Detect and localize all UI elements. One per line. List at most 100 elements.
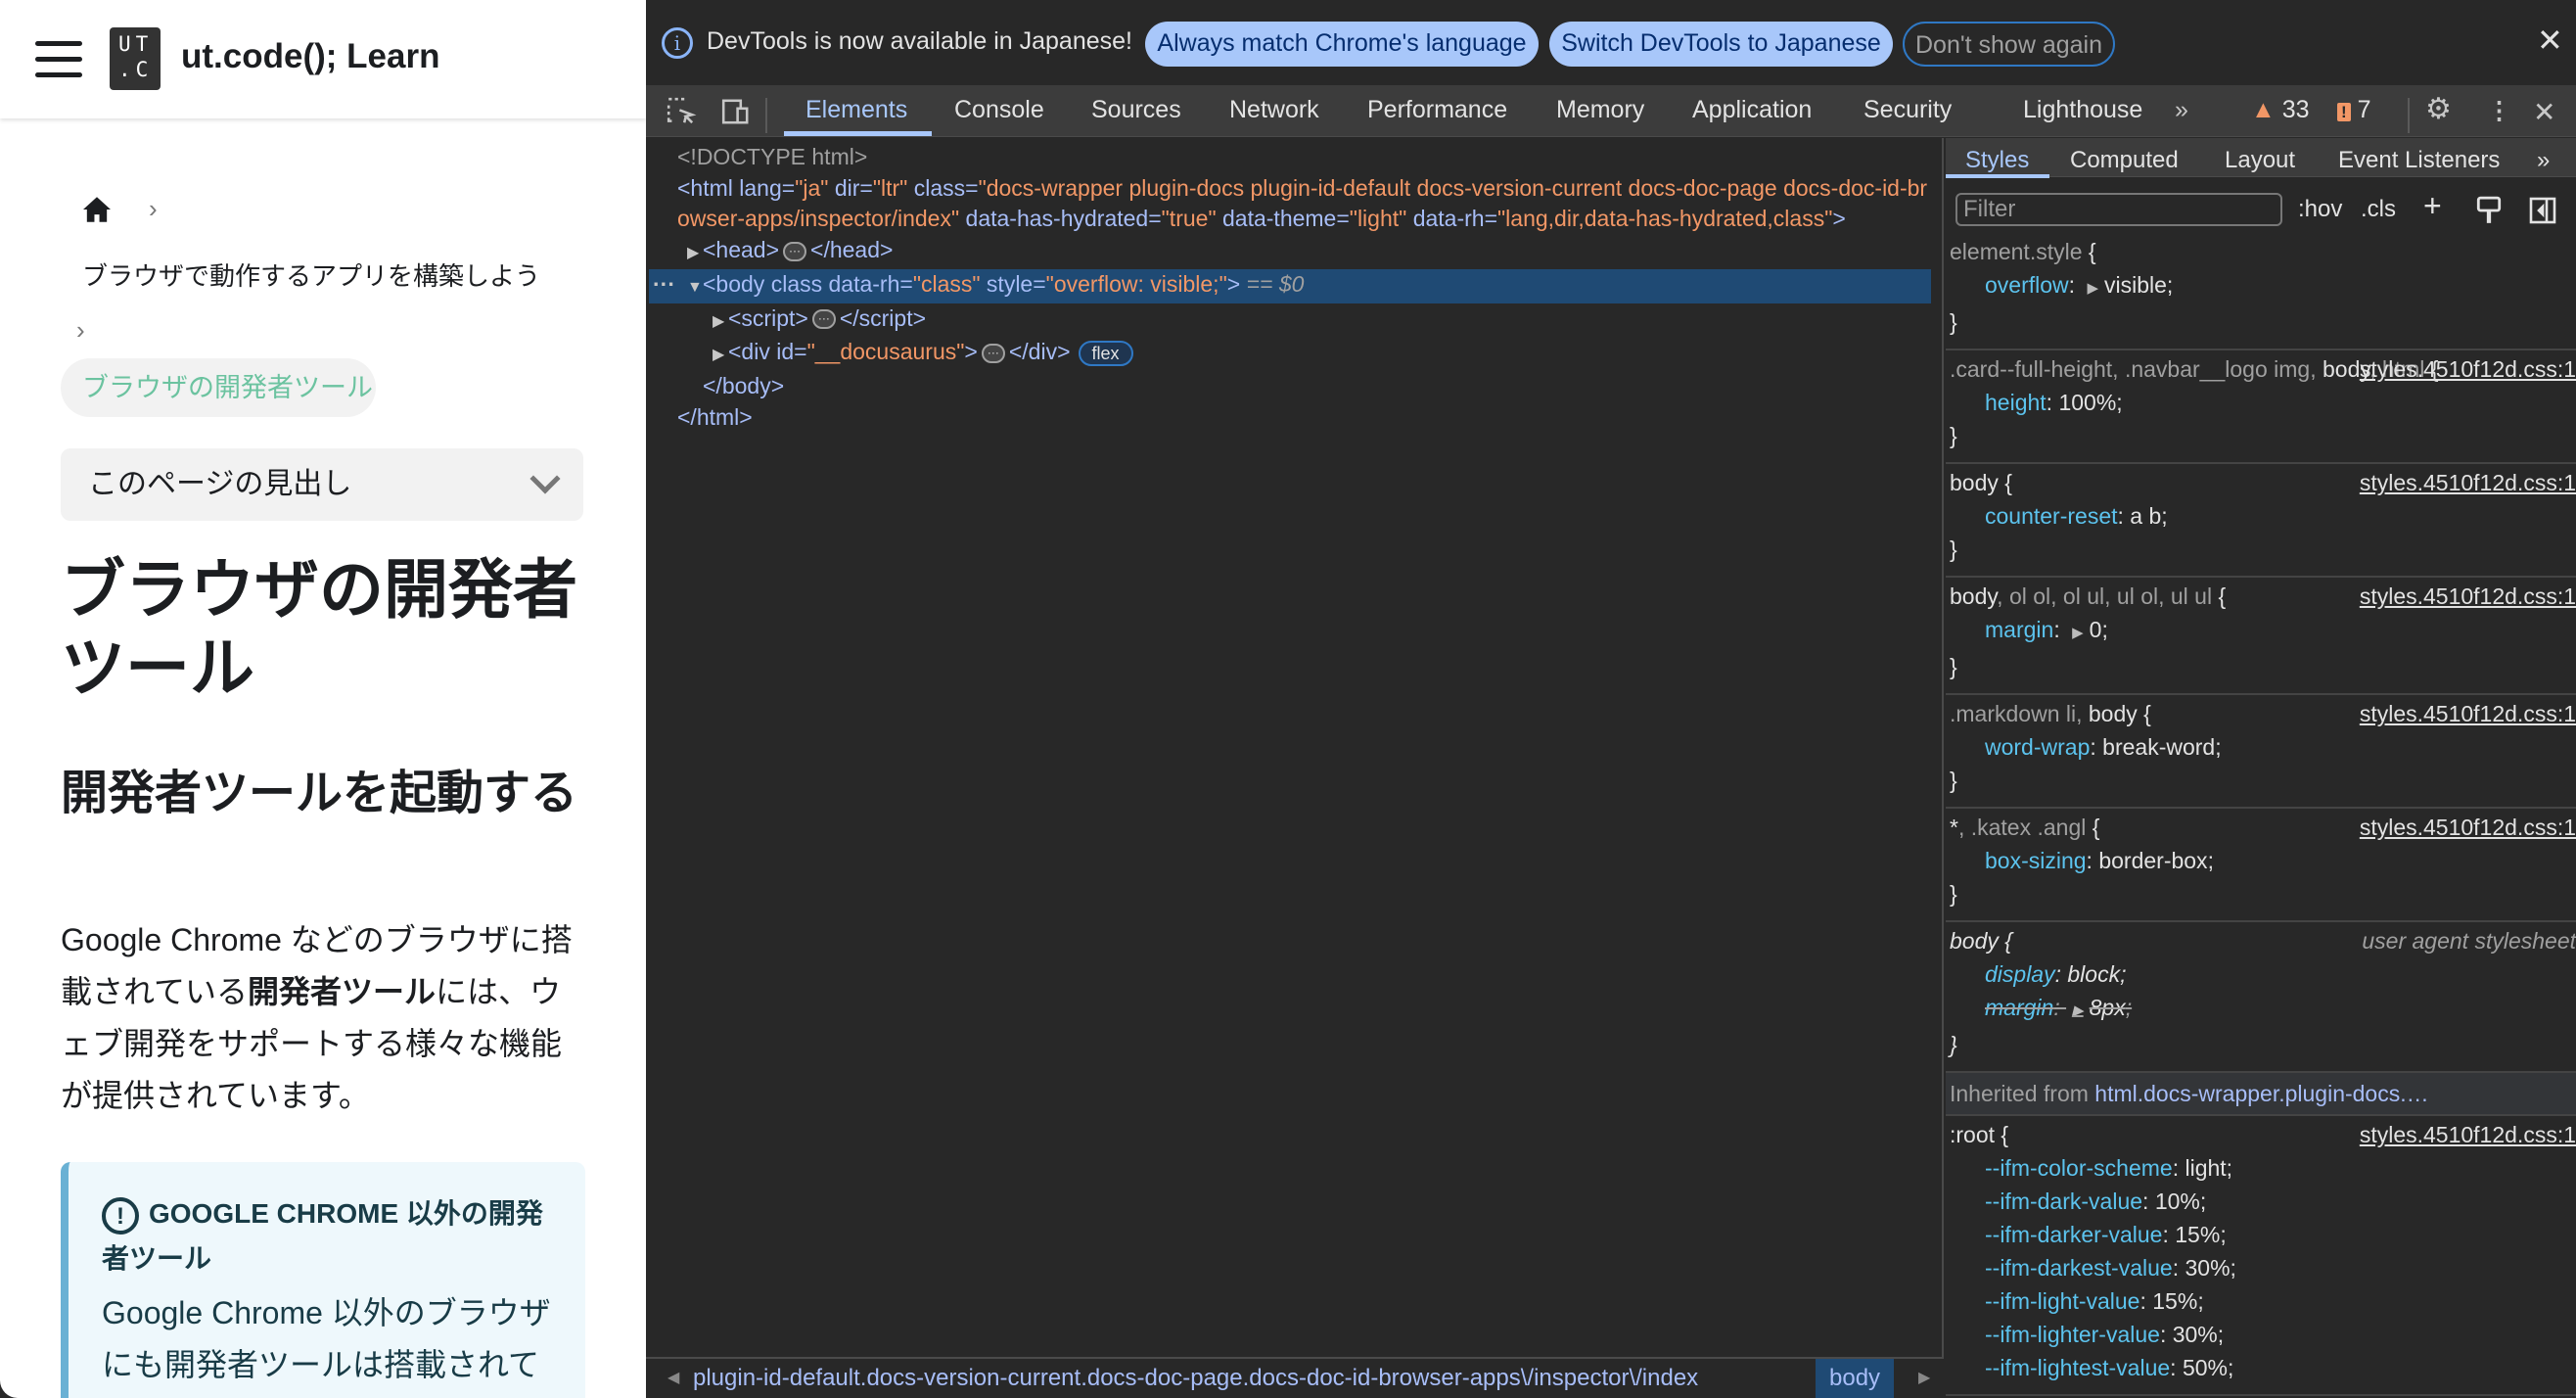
- warnings-counter[interactable]: ▲ 33: [2251, 96, 2310, 124]
- site-title[interactable]: ut.code(); Learn: [181, 37, 439, 76]
- rule-source-link[interactable]: styles.4510f12d.css:1: [2360, 580, 2576, 613]
- property-name[interactable]: margin: [1985, 617, 2053, 642]
- css-declaration[interactable]: overflow: ▶ visible;: [1950, 268, 2576, 305]
- node-actions-icon[interactable]: ···: [653, 269, 675, 301]
- styles-filter-input[interactable]: Filter: [1955, 193, 2282, 226]
- css-declaration[interactable]: --ifm-color-scheme: light;: [1950, 1151, 2576, 1185]
- css-declaration[interactable]: --ifm-lightest-value: 50%;: [1950, 1351, 2576, 1384]
- dom-node-row[interactable]: </html>: [649, 402, 1931, 434]
- scroll-right-icon[interactable]: ▶: [1918, 1359, 1930, 1398]
- toggle-sidebar-icon[interactable]: [2529, 197, 2556, 224]
- dom-node-row[interactable]: ▶ <div id="__docusaurus"> ··· </div> flex: [649, 337, 1931, 371]
- css-declaration[interactable]: margin: ▶ 0;: [1950, 613, 2576, 650]
- ellipsis-expand-button[interactable]: ···: [783, 242, 807, 262]
- property-value[interactable]: break-word: [2102, 734, 2215, 760]
- rule-source-link[interactable]: styles.4510f12d.css:1: [2360, 466, 2576, 499]
- dom-node-row[interactable]: <html lang="ja" dir="ltr" class="docs-wr…: [649, 173, 1931, 235]
- css-declaration[interactable]: --ifm-darker-value: 15%;: [1950, 1218, 2576, 1251]
- ellipsis-expand-button[interactable]: ···: [811, 309, 836, 330]
- dom-node-row[interactable]: <!DOCTYPE html>: [649, 142, 1931, 173]
- rule-source-link[interactable]: styles.4510f12d.css:1: [2360, 811, 2576, 844]
- expand-triangle-icon[interactable]: ▶: [713, 340, 728, 371]
- property-value[interactable]: light: [2185, 1155, 2226, 1181]
- more-tabs-icon[interactable]: »: [2175, 96, 2188, 124]
- ellipsis-expand-button[interactable]: ···: [981, 344, 1005, 364]
- dom-node-row[interactable]: </body>: [649, 371, 1931, 402]
- tab-sources[interactable]: Sources: [1091, 96, 1181, 124]
- rule-selector[interactable]: element.style {: [1950, 235, 2576, 268]
- paint-brush-icon[interactable]: [2476, 196, 2502, 225]
- switch-to-japanese-button[interactable]: Switch DevTools to Japanese: [1549, 22, 1893, 67]
- tab-security[interactable]: Security: [1863, 96, 1952, 124]
- dom-node-row[interactable]: ··· ▼<body class data-rh="class" style="o…: [649, 268, 1931, 303]
- tab-console[interactable]: Console: [954, 96, 1044, 124]
- property-name[interactable]: --ifm-lighter-value: [1985, 1322, 2160, 1347]
- breadcrumb-parent[interactable]: ブラウザで動作するアプリを構築しよう: [82, 256, 540, 293]
- subtab-layout[interactable]: Layout: [2225, 147, 2295, 174]
- flex-badge[interactable]: flex: [1078, 341, 1133, 367]
- property-name[interactable]: overflow: [1985, 272, 2069, 298]
- subtab-styles[interactable]: Styles: [1965, 147, 2029, 174]
- tab-application[interactable]: Application: [1692, 96, 1812, 124]
- hamburger-menu-icon[interactable]: [35, 41, 82, 77]
- property-name[interactable]: --ifm-light-value: [1985, 1288, 2139, 1314]
- property-value[interactable]: 15%: [2152, 1288, 2197, 1314]
- site-logo[interactable]: UT .C: [110, 27, 161, 90]
- expand-triangle-icon[interactable]: ▶: [2072, 1002, 2084, 1019]
- property-name[interactable]: counter-reset: [1985, 503, 2118, 529]
- css-declaration[interactable]: --ifm-lighter-value: 30%;: [1950, 1318, 2576, 1351]
- css-declaration[interactable]: display: block;: [1950, 957, 2576, 991]
- property-value[interactable]: 30%: [2185, 1255, 2231, 1281]
- css-declaration[interactable]: margin: ▶ 8px;: [1950, 991, 2576, 1028]
- property-value[interactable]: 8px: [2090, 995, 2126, 1020]
- subtab-event-listeners[interactable]: Event Listeners: [2338, 147, 2500, 174]
- dom-node-row[interactable]: ▶ <head> ··· </head>: [649, 235, 1931, 269]
- expand-triangle-icon[interactable]: ▶: [713, 306, 728, 338]
- breadcrumb-path[interactable]: plugin-id-default.docs-version-current.d…: [693, 1359, 1698, 1398]
- rule-source-link[interactable]: styles.4510f12d.css:1: [2360, 352, 2576, 386]
- rule-source-link[interactable]: styles.4510f12d.css:1: [2360, 697, 2576, 730]
- expand-triangle-icon[interactable]: ▶: [2072, 625, 2084, 641]
- collapse-triangle-icon[interactable]: ▼: [687, 272, 703, 303]
- property-name[interactable]: box-sizing: [1985, 848, 2087, 873]
- dont-show-again-button[interactable]: Don't show again: [1903, 22, 2115, 67]
- property-name[interactable]: margin: [1985, 995, 2053, 1020]
- close-devtools-icon[interactable]: ✕: [2533, 96, 2555, 128]
- property-name[interactable]: --ifm-darkest-value: [1985, 1255, 2173, 1281]
- property-name[interactable]: display: [1985, 961, 2055, 987]
- css-declaration[interactable]: --ifm-darkest-value: 30%;: [1950, 1251, 2576, 1284]
- tab-memory[interactable]: Memory: [1556, 96, 1644, 124]
- expand-triangle-icon[interactable]: ▶: [2087, 280, 2098, 297]
- property-value[interactable]: block: [2067, 961, 2120, 987]
- property-value[interactable]: 0: [2090, 617, 2102, 642]
- property-value[interactable]: 50%: [2183, 1355, 2228, 1380]
- tab-lighthouse[interactable]: Lighthouse: [2023, 96, 2142, 124]
- property-value[interactable]: 100%: [2058, 390, 2116, 415]
- home-icon[interactable]: [81, 196, 113, 223]
- property-value[interactable]: visible: [2104, 272, 2167, 298]
- new-rule-plus-icon[interactable]: +: [2423, 188, 2442, 224]
- property-name[interactable]: --ifm-lightest-value: [1985, 1355, 2170, 1380]
- css-declaration[interactable]: --ifm-dark-value: 10%;: [1950, 1185, 2576, 1218]
- scroll-left-icon[interactable]: ◀: [667, 1359, 679, 1398]
- property-value[interactable]: a b: [2130, 503, 2161, 529]
- css-declaration[interactable]: box-sizing: border-box;: [1950, 844, 2576, 877]
- rule-source-link[interactable]: styles.4510f12d.css:1: [2360, 1118, 2576, 1151]
- css-declaration[interactable]: height: 100%;: [1950, 386, 2576, 419]
- property-value[interactable]: 30%: [2173, 1322, 2218, 1347]
- cls-toggle[interactable]: .cls: [2361, 196, 2396, 223]
- css-declaration[interactable]: word-wrap: break-word;: [1950, 730, 2576, 764]
- property-value[interactable]: 10%: [2155, 1188, 2200, 1214]
- property-value[interactable]: 15%: [2175, 1222, 2220, 1247]
- expand-triangle-icon[interactable]: ▶: [687, 238, 703, 269]
- toc-dropdown[interactable]: このページの見出し: [61, 448, 583, 521]
- breadcrumb-current-body[interactable]: body: [1816, 1359, 1895, 1398]
- css-declaration[interactable]: counter-reset: a b;: [1950, 499, 2576, 533]
- property-value[interactable]: border-box: [2098, 848, 2207, 873]
- tab-network[interactable]: Network: [1229, 96, 1319, 124]
- subtab-computed[interactable]: Computed: [2070, 147, 2179, 174]
- css-declaration[interactable]: --ifm-light-value: 15%;: [1950, 1284, 2576, 1318]
- property-name[interactable]: word-wrap: [1985, 734, 2090, 760]
- property-name[interactable]: --ifm-darker-value: [1985, 1222, 2162, 1247]
- tab-elements[interactable]: Elements: [805, 96, 907, 124]
